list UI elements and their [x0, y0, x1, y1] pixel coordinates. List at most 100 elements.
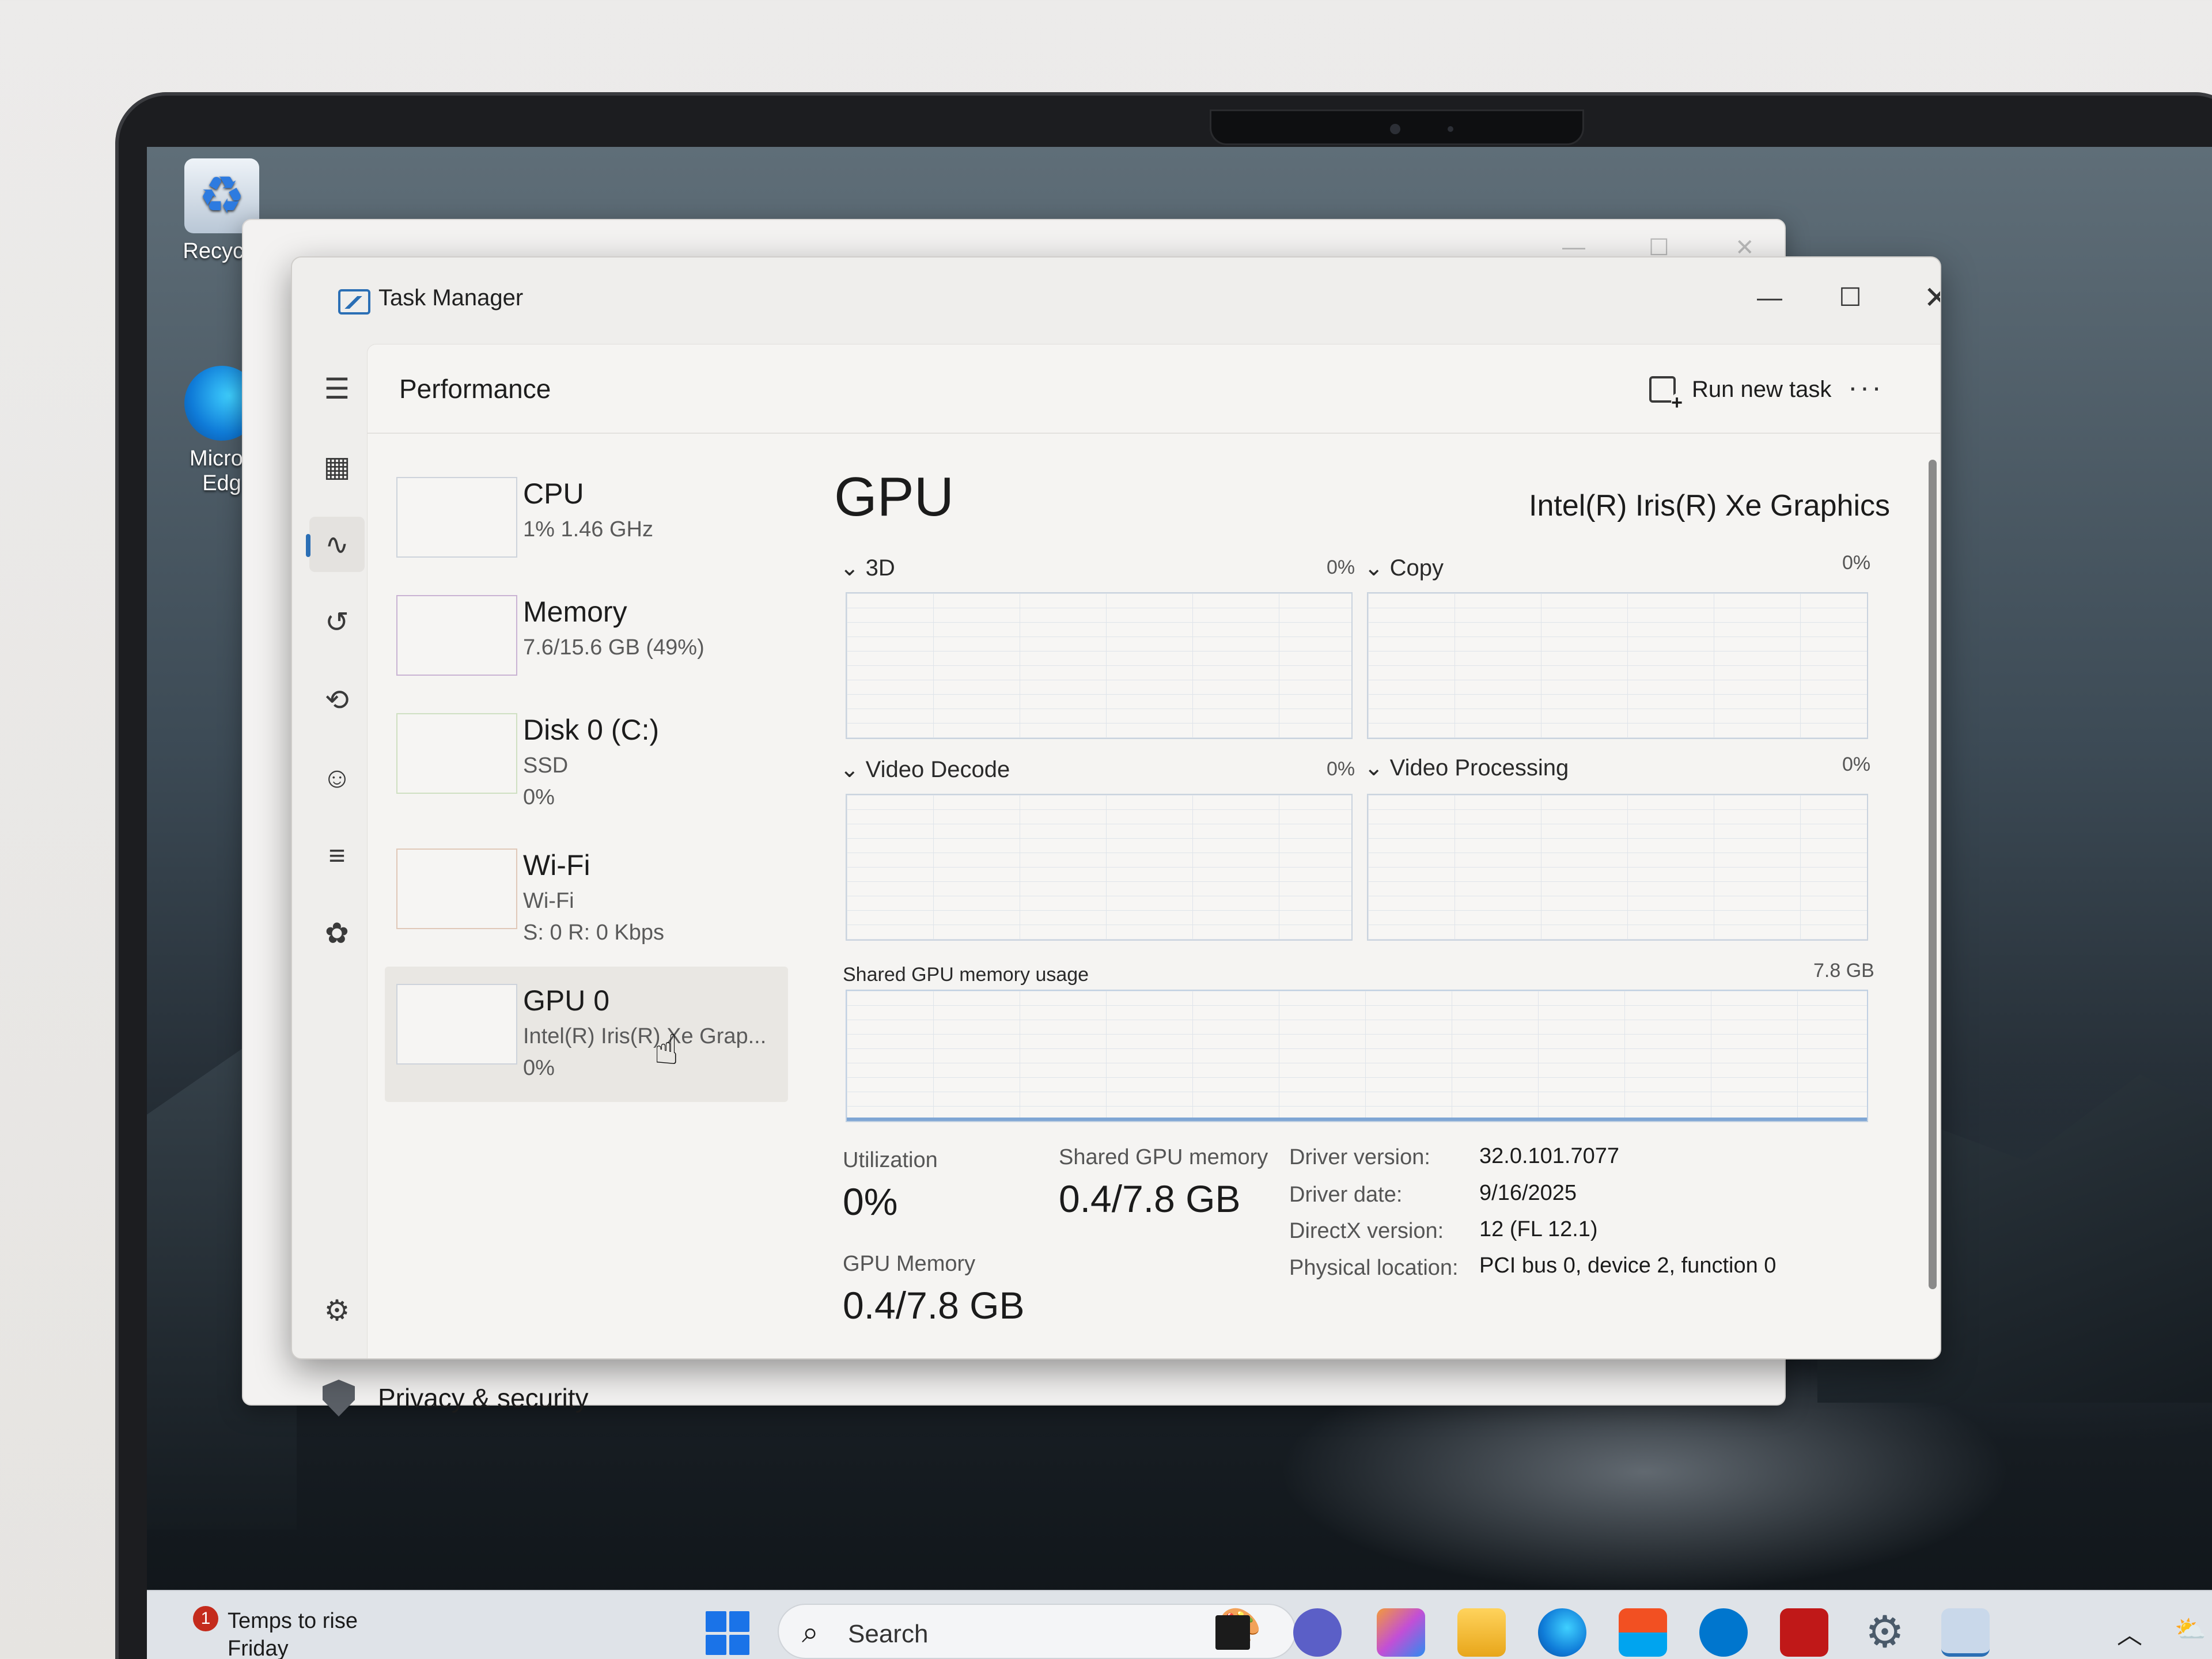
engine-video-decode-label[interactable]: ⌄ Video Decode — [840, 756, 1010, 783]
minimize-button[interactable]: — — [1744, 278, 1796, 318]
users-icon[interactable]: ☺ — [309, 750, 365, 805]
details-icon[interactable]: ≡ — [309, 828, 365, 883]
gpu-thumbnail-graph — [396, 984, 517, 1065]
hand-cursor-icon: ☝ — [654, 1027, 679, 1073]
shield-icon — [323, 1380, 355, 1416]
gpu-model-name: Intel(R) Iris(R) Xe Graphics — [1529, 489, 1890, 522]
device-name: Memory — [523, 596, 627, 628]
device-gpu0[interactable]: GPU 0 Intel(R) Iris(R) Xe Grap... 0% — [385, 967, 788, 1102]
device-usage: S: 0 R: 0 Kbps — [523, 921, 665, 945]
utilization-label: Utilization — [843, 1148, 938, 1172]
driver-version-value: 32.0.101.7077 — [1479, 1144, 1620, 1168]
edge-taskbar-icon[interactable] — [1538, 1608, 1586, 1657]
physical-location-value: PCI bus 0, device 2, function 0 — [1479, 1253, 1777, 1278]
weather-widget[interactable]: 1 Temps to rise Friday — [193, 1606, 358, 1659]
device-name: Disk 0 (C:) — [523, 714, 660, 746]
directx-version-value: 12 (FL 12.1) — [1479, 1217, 1598, 1241]
shared-memory-graph — [846, 990, 1868, 1122]
engine-copy-graph — [1367, 592, 1868, 739]
utilization-value: 0% — [843, 1180, 898, 1223]
copilot-icon[interactable] — [1377, 1608, 1425, 1657]
driver-version-key: Driver version: — [1289, 1145, 1430, 1169]
windows-logo-pane — [706, 1634, 726, 1655]
driver-date-value: 9/16/2025 — [1479, 1181, 1577, 1205]
close-button[interactable]: ✕ — [1911, 278, 1940, 318]
edge-label-line2: Edg — [202, 471, 241, 495]
engine-video-processing-graph — [1367, 794, 1868, 941]
page-title: Performance — [399, 374, 551, 404]
gpu-memory-label: GPU Memory — [843, 1252, 976, 1276]
performance-pane: Performance Run new task ··· CPU 1% 1.46… — [367, 344, 1940, 1358]
run-new-task-button[interactable]: Run new task — [1649, 376, 1832, 412]
device-name: GPU 0 — [523, 984, 610, 1017]
engine-3d-graph — [846, 592, 1353, 739]
hamburger-menu-icon[interactable]: ☰ — [309, 361, 365, 416]
device-detail: 7.6/15.6 GB (49%) — [523, 635, 704, 660]
webcam-notch — [1210, 109, 1584, 145]
device-detail: 1% 1.46 GHz — [523, 517, 653, 541]
webcam-led — [1448, 126, 1453, 132]
device-usage: 0% — [523, 785, 555, 809]
engine-video-processing-label[interactable]: ⌄ Video Processing — [1364, 755, 1569, 781]
device-name: Wi-Fi — [523, 849, 590, 881]
device-memory[interactable]: Memory 7.6/15.6 GB (49%) — [385, 578, 788, 693]
performance-icon[interactable]: ∿ — [306, 517, 365, 572]
more-options-button[interactable]: ··· — [1848, 370, 1884, 404]
privacy-security-label: Privacy & security — [378, 1383, 589, 1413]
cpu-thumbnail-graph — [396, 477, 517, 558]
teams-icon[interactable] — [1293, 1608, 1342, 1657]
engine-copy-label[interactable]: ⌄ Copy — [1364, 555, 1444, 581]
title-bar[interactable]: Task Manager — ☐ ✕ — [292, 257, 1940, 344]
physical-location-key: Physical location: — [1289, 1256, 1459, 1280]
taskbar: 1 Temps to rise Friday ⌕ Search 🎨 ⚙ ︿ ⛅ — [147, 1590, 2212, 1659]
app-history-icon[interactable]: ↺ — [309, 594, 365, 650]
show-hidden-icons-chevron-icon[interactable]: ︿ — [2117, 1614, 2142, 1651]
windows-logo-pane — [729, 1634, 749, 1655]
engine-video-decode-graph — [846, 794, 1353, 941]
privacy-security-nav-item[interactable]: Privacy & security — [323, 1380, 589, 1416]
wifi-thumbnail-graph — [396, 849, 517, 929]
startup-apps-icon[interactable]: ⟲ — [309, 672, 365, 728]
settings-taskbar-icon[interactable]: ⚙ — [1861, 1608, 1909, 1657]
disk-thumbnail-graph — [396, 713, 517, 794]
weather-title: Temps to rise — [228, 1609, 358, 1633]
windows-logo-pane — [729, 1611, 749, 1632]
device-detail: Intel(R) Iris(R) Xe Grap... — [523, 1024, 767, 1048]
engine-copy-pct: 0% — [1842, 552, 1871, 574]
settings-gear-icon[interactable]: ⚙ — [309, 1283, 365, 1338]
device-detail: Wi-Fi — [523, 889, 574, 913]
run-task-icon — [1649, 376, 1683, 412]
engine-video-decode-pct: 0% — [1327, 758, 1355, 780]
task-view-icon[interactable] — [1215, 1615, 1250, 1650]
file-explorer-icon[interactable] — [1457, 1608, 1506, 1657]
memory-thumbnail-graph — [396, 595, 517, 676]
webcam-lens — [1390, 124, 1400, 134]
device-disk[interactable]: Disk 0 (C:) SSD 0% — [385, 696, 788, 811]
vertical-scrollbar[interactable] — [1929, 460, 1937, 1289]
engine-3d-pct: 0% — [1327, 556, 1355, 578]
task-manager-taskbar-icon[interactable] — [1941, 1608, 1990, 1657]
processes-icon[interactable]: ▦ — [309, 439, 365, 494]
engine-video-processing-pct: 0% — [1842, 753, 1871, 775]
device-cpu[interactable]: CPU 1% 1.46 GHz — [385, 460, 788, 575]
device-detail: SSD — [523, 753, 569, 778]
task-manager-window[interactable]: Task Manager — ☐ ✕ ☰ ▦ ∿ ↺ ⟲ ☺ ≡ ✿ ⚙ Per… — [291, 256, 1941, 1359]
maximize-button[interactable]: ☐ — [1824, 278, 1876, 318]
store-icon[interactable] — [1619, 1608, 1667, 1657]
window-title: Task Manager — [378, 285, 524, 310]
engine-3d-label[interactable]: ⌄ 3D — [840, 555, 895, 581]
shared-memory-graph-label: Shared GPU memory usage — [843, 964, 1089, 986]
shared-memory-value: 0.4/7.8 GB — [1059, 1177, 1241, 1220]
cloud-offline-icon[interactable]: ⛅ — [2175, 1614, 2206, 1644]
search-placeholder: Search — [848, 1620, 929, 1648]
dell-icon[interactable] — [1699, 1608, 1748, 1657]
services-icon[interactable]: ✿ — [309, 906, 365, 961]
start-button[interactable] — [706, 1611, 749, 1655]
device-name: CPU — [523, 478, 584, 510]
gpu-heading: GPU — [834, 466, 955, 528]
command-bar: Performance Run new task ··· — [368, 344, 1940, 434]
run-new-task-label: Run new task — [1692, 376, 1832, 402]
mcafee-icon[interactable] — [1780, 1608, 1828, 1657]
device-wifi[interactable]: Wi-Fi Wi-Fi S: 0 R: 0 Kbps — [385, 831, 788, 946]
shared-memory-max: 7.8 GB — [1813, 960, 1874, 982]
